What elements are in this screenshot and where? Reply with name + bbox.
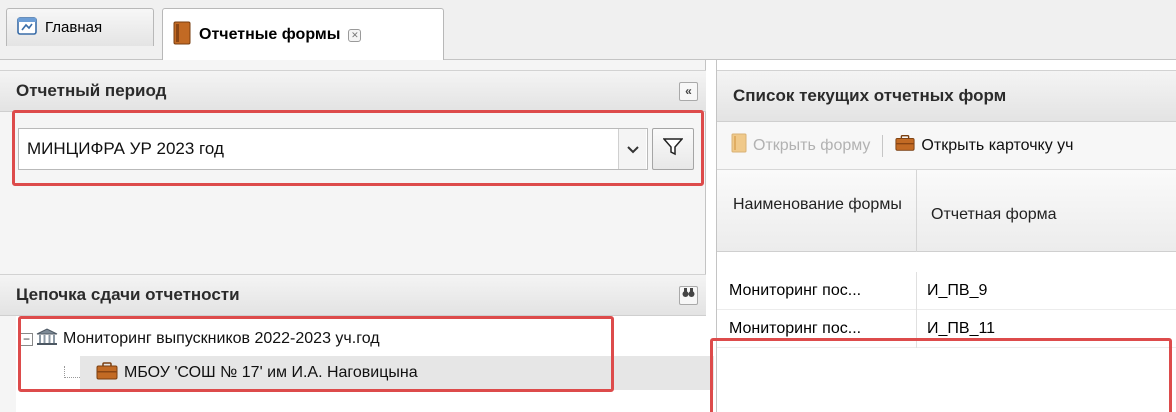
collapse-toggle-icon[interactable]: − <box>20 332 33 346</box>
forms-list-header: Список текущих отчетных форм <box>717 70 1176 122</box>
toolbar-divider <box>882 134 884 157</box>
left-panel: Отчетный период « МИНЦИФРА УР 2023 год Ц… <box>0 60 714 412</box>
open-card-button[interactable]: Открыть карточку уч <box>921 137 1073 155</box>
chevron-down-icon <box>626 141 639 158</box>
right-panel: Список текущих отчетных форм Открыть фор… <box>716 60 1176 412</box>
table-row[interactable]: Мониторинг пос... И_ПВ_9 <box>717 271 1176 310</box>
period-selector: МИНЦИФРА УР 2023 год <box>18 128 698 172</box>
chain-panel-title: Цепочка сдачи отчетности <box>16 285 240 304</box>
grid-header: Наименование формы Отчетная форма <box>717 170 1176 252</box>
forms-toolbar: Открыть форму Открыть карточку уч <box>717 122 1176 170</box>
table-cell-report-form: И_ПВ_9 <box>927 281 988 299</box>
binoculars-icon[interactable] <box>679 286 698 305</box>
book-icon <box>173 21 191 49</box>
briefcase-icon <box>895 134 915 157</box>
period-select[interactable]: МИНЦИФРА УР 2023 год <box>18 128 648 170</box>
open-form-button[interactable]: Открыть форму <box>753 137 870 155</box>
tree-item-label: Мониторинг выпускников 2022-2023 уч.год <box>63 330 380 347</box>
table-cell-form-name: Мониторинг пос... <box>717 309 917 348</box>
table-cell-report-form: И_ПВ_11 <box>927 319 996 337</box>
tab-home-label: Главная <box>45 19 103 36</box>
table-cell-form-name: Мониторинг пос... <box>717 271 917 310</box>
tab-bar: Главная Отчетные формы ✕ <box>0 0 1176 61</box>
tree-item-label: МБОУ 'СОШ № 17' им И.А. Наговицына <box>124 364 418 381</box>
tab-report-forms-label: Отчетные формы <box>199 26 341 43</box>
tab-close-icon[interactable]: ✕ <box>348 28 362 42</box>
chain-panel-header: Цепочка сдачи отчетности <box>0 274 706 316</box>
column-header-report-form[interactable]: Отчетная форма <box>917 170 1176 252</box>
tree-item-monitoring[interactable]: − Мониторинг выпускников 2022-2023 уч.го… <box>20 322 380 356</box>
forms-list-title: Список текущих отчетных форм <box>733 86 1007 105</box>
institution-icon <box>36 327 58 351</box>
period-panel-title: Отчетный период <box>16 81 167 100</box>
tab-report-forms[interactable]: Отчетные формы ✕ <box>162 8 444 61</box>
period-panel-header: Отчетный период « <box>0 70 706 112</box>
tree-item-school[interactable]: МБОУ 'СОШ № 17' им И.А. Наговицына <box>80 356 714 390</box>
table-row[interactable]: Мониторинг пос... И_ПВ_11 <box>717 309 1176 348</box>
filter-button[interactable] <box>652 128 694 170</box>
home-window-icon <box>17 16 37 39</box>
tab-home[interactable]: Главная <box>6 8 154 46</box>
briefcase-icon <box>96 361 118 385</box>
filter-icon <box>662 138 684 160</box>
dropdown-trigger[interactable] <box>618 129 646 169</box>
book-icon <box>731 133 747 158</box>
collapse-panel-button[interactable]: « <box>679 82 698 101</box>
reporting-chain-tree: − Мониторинг выпускников 2022-2023 уч.го… <box>16 316 714 412</box>
column-header-form-name[interactable]: Наименование формы <box>717 170 917 252</box>
